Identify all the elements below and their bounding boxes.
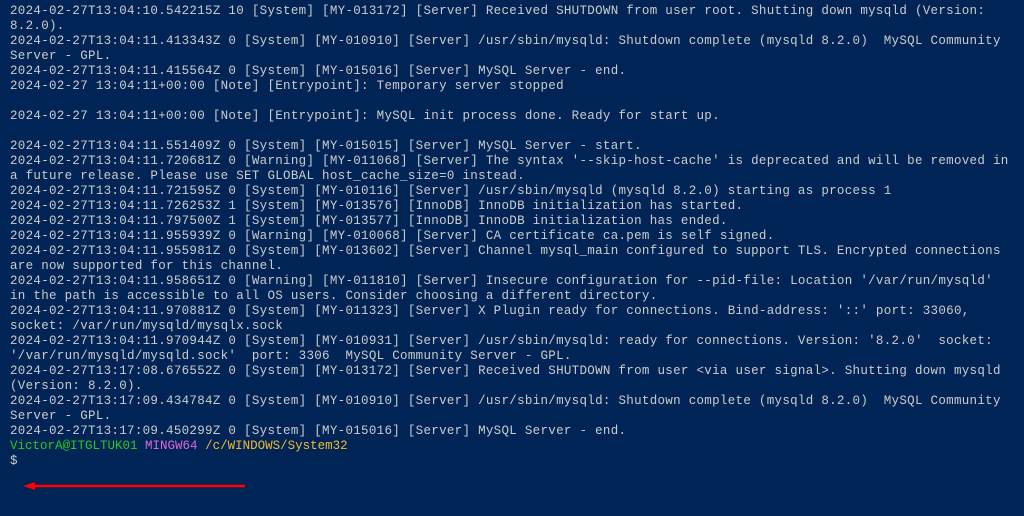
log-line: 2024-02-27T13:04:10.542215Z 10 [System] … (10, 4, 1014, 34)
log-line: 2024-02-27T13:04:11.721595Z 0 [System] [… (10, 184, 1014, 199)
log-line: 2024-02-27T13:04:11.958651Z 0 [Warning] … (10, 274, 1014, 304)
log-line: 2024-02-27T13:04:11.551409Z 0 [System] [… (10, 139, 1014, 154)
log-line: 2024-02-27T13:04:11.720681Z 0 [Warning] … (10, 154, 1014, 184)
shell-prompt[interactable]: VictorA@ITGLTUK01 MINGW64 /c/WINDOWS/Sys… (10, 439, 1014, 469)
prompt-os: MINGW64 (145, 439, 198, 453)
log-line: 2024-02-27T13:17:09.434784Z 0 [System] [… (10, 394, 1014, 424)
prompt-user-host: VictorA@ITGLTUK01 (10, 439, 138, 453)
arrow-icon (23, 481, 245, 491)
log-line (10, 124, 1014, 139)
log-line: 2024-02-27 13:04:11+00:00 [Note] [Entryp… (10, 79, 1014, 94)
log-line: 2024-02-27 13:04:11+00:00 [Note] [Entryp… (10, 109, 1014, 124)
terminal-output: 2024-02-27T13:04:10.542215Z 10 [System] … (10, 4, 1014, 439)
log-line: 2024-02-27T13:04:11.726253Z 1 [System] [… (10, 199, 1014, 214)
prompt-symbol: $ (10, 454, 18, 468)
log-line: 2024-02-27T13:04:11.797500Z 1 [System] [… (10, 214, 1014, 229)
log-line (10, 94, 1014, 109)
log-line: 2024-02-27T13:04:11.955981Z 0 [System] [… (10, 244, 1014, 274)
log-line: 2024-02-27T13:17:08.676552Z 0 [System] [… (10, 364, 1014, 394)
prompt-path: /c/WINDOWS/System32 (205, 439, 348, 453)
log-line: 2024-02-27T13:04:11.970944Z 0 [System] [… (10, 334, 1014, 364)
log-line: 2024-02-27T13:04:11.970881Z 0 [System] [… (10, 304, 1014, 334)
log-line: 2024-02-27T13:04:11.413343Z 0 [System] [… (10, 34, 1014, 64)
log-line: 2024-02-27T13:04:11.955939Z 0 [Warning] … (10, 229, 1014, 244)
annotation-arrow (23, 481, 245, 491)
log-line: 2024-02-27T13:04:11.415564Z 0 [System] [… (10, 64, 1014, 79)
log-line: 2024-02-27T13:17:09.450299Z 0 [System] [… (10, 424, 1014, 439)
